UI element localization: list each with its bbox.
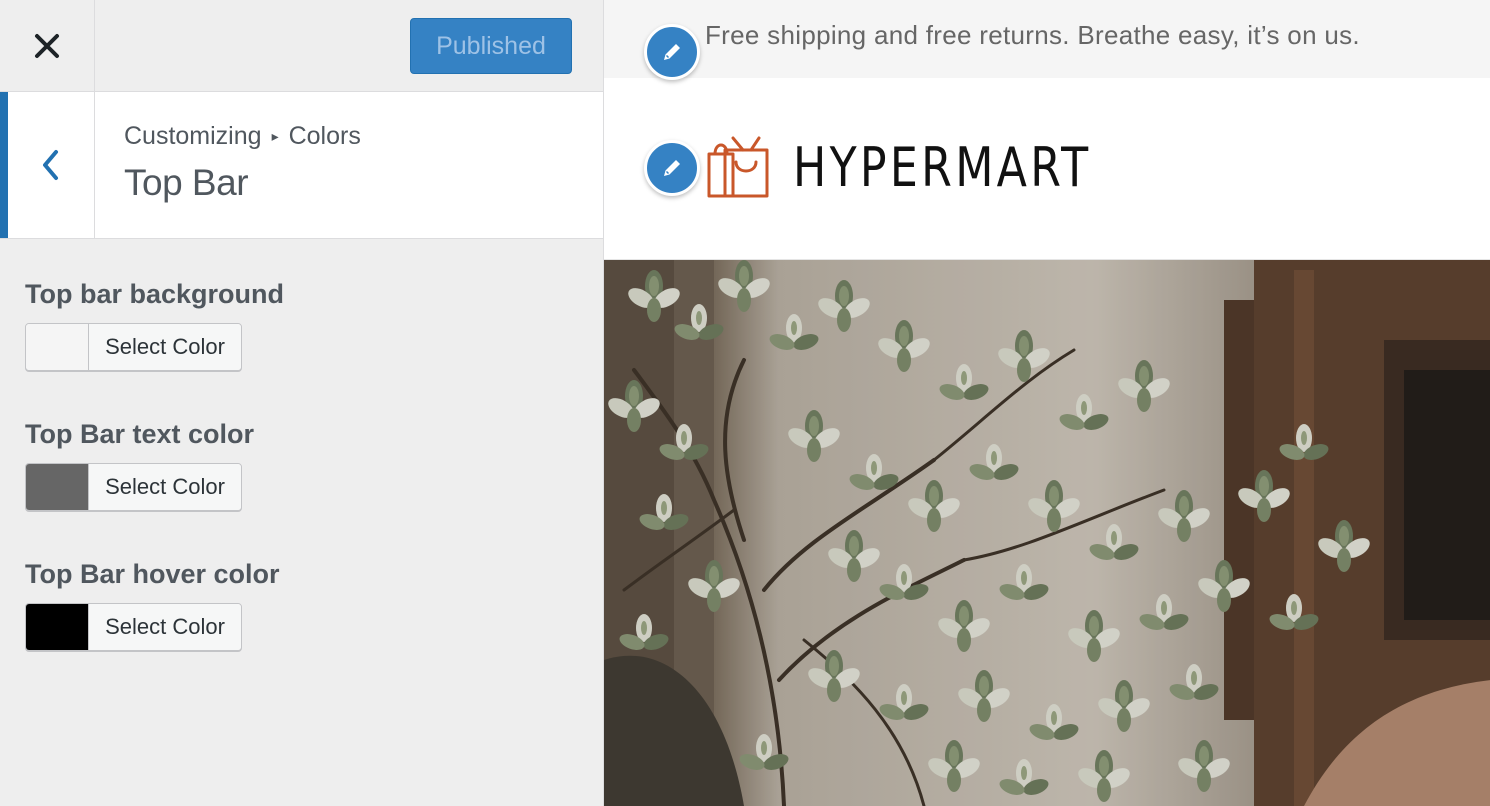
plant-photo-image xyxy=(604,260,1490,806)
control-top-bar-text-color: Top Bar text color Select Color xyxy=(25,417,254,511)
close-customizer-button[interactable] xyxy=(0,0,95,91)
select-color-label: Select Color xyxy=(89,324,241,370)
edit-top-bar-button[interactable] xyxy=(644,24,700,80)
customizer-header: Published xyxy=(0,0,603,92)
edit-logo-button[interactable] xyxy=(644,140,700,196)
site-preview: Free shipping and free returns. Breathe … xyxy=(603,0,1490,806)
chevron-left-icon xyxy=(43,150,58,180)
breadcrumb-parent: Customizing xyxy=(124,122,262,150)
control-label: Top Bar text color xyxy=(25,419,255,449)
breadcrumb-current: Colors xyxy=(288,122,361,150)
select-color-label: Select Color xyxy=(89,464,241,510)
color-picker-button[interactable]: Select Color xyxy=(25,463,242,511)
back-button[interactable] xyxy=(0,92,95,238)
control-top-bar-hover-color: Top Bar hover color Select Color xyxy=(25,557,280,651)
control-label: Top Bar hover color xyxy=(25,559,280,589)
top-bar-text: Free shipping and free returns. Breathe … xyxy=(705,20,1360,50)
color-picker-button[interactable]: Select Color xyxy=(25,603,242,651)
control-label: Top bar background xyxy=(25,279,285,309)
breadcrumb: Customizing ▸ Colors xyxy=(124,122,361,151)
color-swatch xyxy=(26,464,89,510)
panel-title: Top Bar xyxy=(124,162,249,203)
select-color-label: Select Color xyxy=(89,604,241,650)
control-top-bar-background: Top bar background Select Color xyxy=(25,277,284,371)
customizer-sidebar: Published Customizing ▸ Colors Top Bar T… xyxy=(0,0,603,806)
color-picker-button[interactable]: Select Color xyxy=(25,323,242,371)
site-logo[interactable]: HYPERMART xyxy=(705,134,1157,200)
site-header: HYPERMART xyxy=(604,78,1490,260)
logo-text: HYPERMART xyxy=(793,135,1092,199)
color-swatch xyxy=(26,604,89,650)
publish-button[interactable]: Published xyxy=(410,18,572,74)
breadcrumb-separator-icon: ▸ xyxy=(271,128,279,144)
hero-image xyxy=(604,260,1490,806)
close-icon xyxy=(35,33,59,58)
shopping-bags-icon xyxy=(707,136,769,198)
section-header: Customizing ▸ Colors Top Bar xyxy=(0,92,603,239)
pencil-icon xyxy=(664,44,680,60)
pencil-icon xyxy=(664,160,680,176)
top-bar: Free shipping and free returns. Breathe … xyxy=(604,0,1490,78)
color-swatch xyxy=(26,324,89,370)
